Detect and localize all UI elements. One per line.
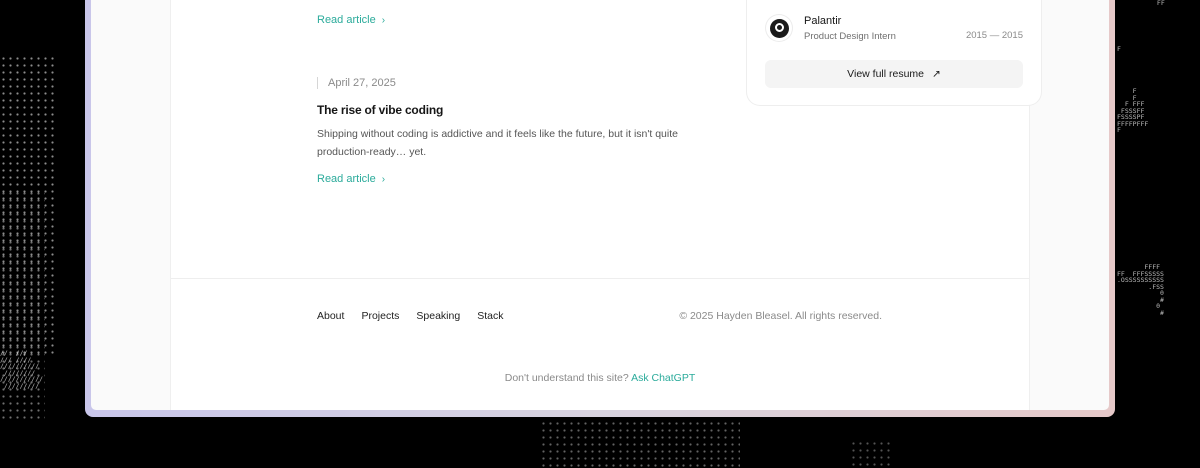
footer-link-stack[interactable]: Stack [477,310,503,322]
view-resume-button[interactable]: View full resume ↗ [765,60,1023,88]
footer-link-projects[interactable]: Projects [361,310,399,322]
dot-matrix-pattern [540,420,740,468]
ascii-pattern: FF [1153,0,1165,7]
palantir-logo-icon [766,15,792,41]
ask-chatgpt-link[interactable]: Ask ChatGPT [631,372,695,384]
footer-link-speaking[interactable]: Speaking [416,310,460,322]
footer-nav: About Projects Speaking Stack [317,310,503,322]
content-column: Read article › April 27, 2025 The rise o… [170,0,1042,410]
page-viewport: Read article › April 27, 2025 The rise o… [91,0,1109,410]
job-company: Palantir [804,15,842,27]
read-article-label: Read article [317,14,376,26]
ascii-pattern: FFFF FF FFFSSSSS .OSSSSSSSSSS .FSS 0 # 0… [1117,263,1164,317]
post-date: April 27, 2025 [317,77,396,89]
ascii-pattern: F [1117,45,1121,53]
post-excerpt: Shipping without coding is addictive and… [317,128,678,158]
browser-window: Read article › April 27, 2025 The rise o… [85,0,1115,417]
resume-card: Palantir Product Design Intern 2015 — 20… [746,0,1042,106]
view-resume-label: View full resume [847,68,925,80]
job-role: Product Design Intern [804,31,896,42]
dot-matrix-pattern [850,440,890,468]
read-article-link[interactable]: Read article › [317,173,385,185]
chevron-right-icon: › [381,173,386,185]
post-title[interactable]: The rise of vibe coding [317,103,443,117]
help-line: Don't understand this site? Ask ChatGPT [171,372,1029,384]
ascii-pattern: // /// /// //// ////////// //////// ////… [0,349,44,390]
arrow-up-right-icon: ↗ [932,68,941,80]
chevron-right-icon: › [381,14,386,26]
help-text: Don't understand this site? [504,372,629,384]
job-dates: 2015 — 2015 [965,30,1023,41]
copyright-text: © 2025 Hayden Bleasel. All rights reserv… [679,310,882,322]
footer-divider [171,278,1029,279]
footer-link-about[interactable]: About [317,310,344,322]
read-article-link[interactable]: Read article › [317,14,385,26]
read-article-label: Read article [317,173,376,185]
ascii-pattern: F F F FFF FSSSFF FSSSSPF FFFFPFFF F [1117,87,1149,134]
